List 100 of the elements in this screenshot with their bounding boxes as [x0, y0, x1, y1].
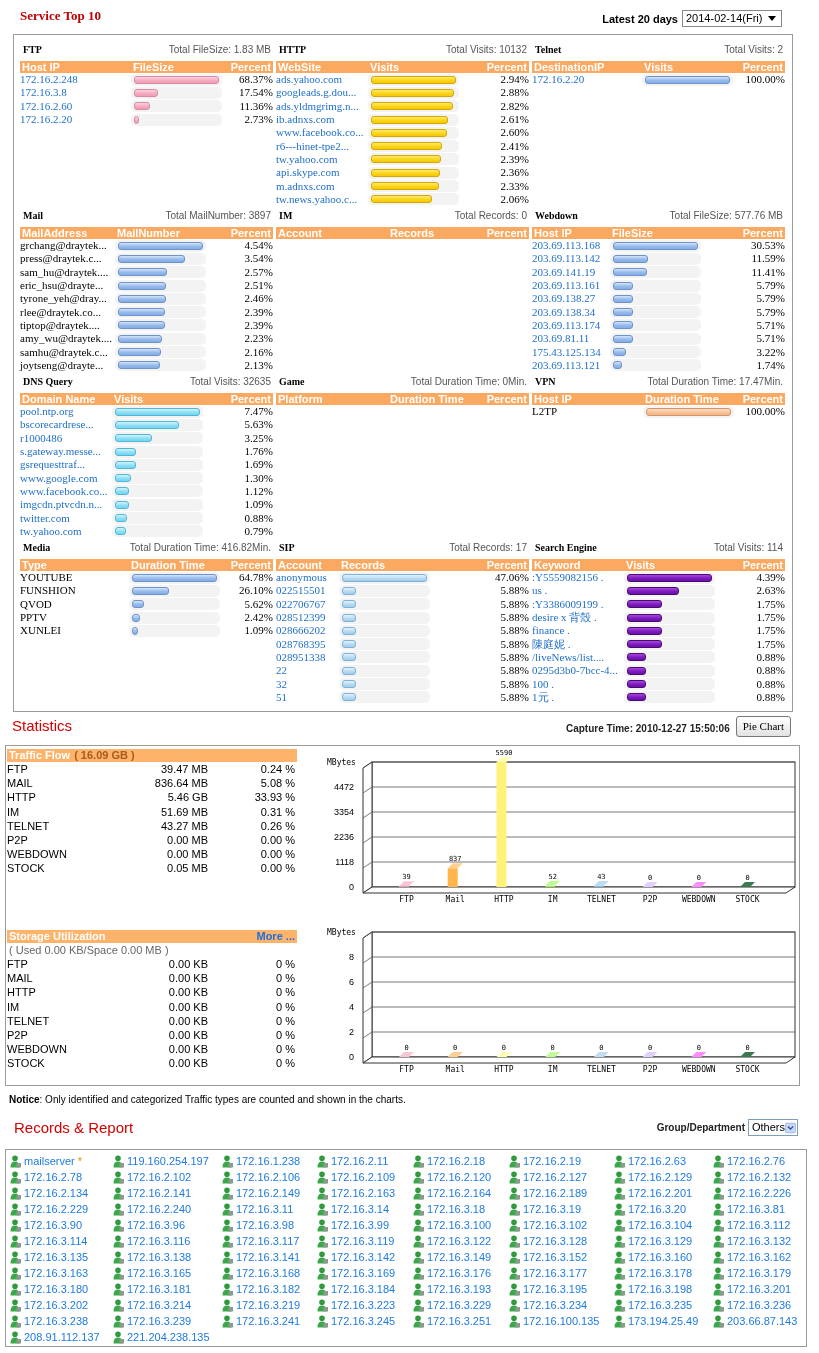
host-link[interactable]: 172.16.3.11 — [222, 1202, 294, 1216]
entry-link[interactable]: :Y3386009199 . — [532, 597, 604, 611]
host-link[interactable]: 172.16.3.201 — [713, 1282, 792, 1296]
entry-link[interactable]: 陳庭妮 . — [532, 637, 571, 651]
host-link[interactable]: 172.16.2.76 — [713, 1154, 786, 1168]
entry-link[interactable]: bscorecardrese... — [20, 418, 94, 432]
entry-link[interactable]: 172.16.2.60 — [20, 99, 73, 113]
entry-link[interactable]: 203.69.113.174 — [532, 318, 601, 332]
host-link[interactable]: 172.16.3.141 — [222, 1250, 301, 1264]
host-link[interactable]: 172.16.3.90 — [10, 1218, 83, 1232]
host-link[interactable]: 172.16.3.135 — [10, 1250, 89, 1264]
entry-link[interactable]: 203.69.138.34 — [532, 305, 596, 319]
host-link[interactable]: 172.16.2.189 — [509, 1186, 588, 1200]
entry-link[interactable]: 203.69.81.11 — [532, 332, 590, 346]
entry-link[interactable]: 32 — [276, 677, 287, 691]
host-link[interactable]: 172.16.2.141 — [113, 1186, 192, 1200]
host-link[interactable]: 172.16.3.132 — [713, 1234, 792, 1248]
entry-link[interactable]: tw.news.yahoo.c... — [276, 192, 358, 206]
entry-link[interactable]: anonymous — [276, 571, 327, 585]
host-link[interactable]: 172.16.3.165 — [113, 1266, 192, 1280]
host-link[interactable]: 221.204.238.135 — [113, 1330, 210, 1344]
entry-link[interactable]: us . — [532, 584, 548, 598]
host-link[interactable]: 172.16.3.160 — [614, 1250, 693, 1264]
host-link[interactable]: 172.16.2.11 — [317, 1154, 389, 1168]
host-link[interactable]: 172.16.2.240 — [113, 1202, 192, 1216]
host-link[interactable]: 172.16.3.99 — [317, 1218, 390, 1232]
date-select[interactable]: 2014-02-14(Fri) — [682, 10, 782, 27]
host-link[interactable]: 172.16.2.226 — [713, 1186, 792, 1200]
entry-link[interactable]: 0295d3b0-7bcc-4... — [532, 664, 618, 678]
entry-link[interactable]: 028768395 — [276, 637, 326, 651]
entry-link[interactable]: 028512399 — [276, 611, 326, 625]
entry-link[interactable]: tw.yahoo.com — [20, 524, 82, 538]
entry-link[interactable]: 203.69.138.27 — [532, 292, 596, 306]
host-link[interactable]: 172.16.3.219 — [222, 1298, 301, 1312]
host-link[interactable]: 172.16.3.116 — [113, 1234, 191, 1248]
host-link[interactable]: 172.16.3.152 — [509, 1250, 588, 1264]
host-link[interactable]: 172.16.3.81 — [713, 1202, 786, 1216]
host-link[interactable]: 119.160.254.197 — [113, 1154, 209, 1168]
entry-link[interactable]: tw.yahoo.com — [276, 152, 338, 166]
host-link[interactable]: 172.16.2.18 — [413, 1154, 486, 1168]
host-link[interactable]: 172.16.3.169 — [317, 1266, 396, 1280]
host-link[interactable]: 172.16.3.184 — [317, 1282, 396, 1296]
host-link[interactable]: 172.16.2.149 — [222, 1186, 301, 1200]
entry-link[interactable]: www.google.com — [20, 471, 98, 485]
host-link[interactable]: 172.16.3.223 — [317, 1298, 396, 1312]
host-link[interactable]: 173.194.25.49 — [614, 1314, 699, 1328]
entry-link[interactable]: 172.16.2.248 — [20, 73, 78, 87]
host-link[interactable]: 172.16.3.18 — [413, 1202, 486, 1216]
host-link[interactable]: 172.16.3.98 — [222, 1218, 295, 1232]
host-link[interactable]: 172.16.2.201 — [614, 1186, 693, 1200]
host-link[interactable]: 172.16.3.117 — [222, 1234, 300, 1248]
host-link[interactable]: 172.16.3.142 — [317, 1250, 396, 1264]
entry-link[interactable]: 51 — [276, 690, 287, 704]
host-link[interactable]: 172.16.2.78 — [10, 1170, 83, 1184]
entry-link[interactable]: imgcdn.ptvcdn.n... — [20, 498, 103, 512]
host-link[interactable]: 172.16.3.122 — [413, 1234, 492, 1248]
entry-link[interactable]: desire x 背殼 . — [532, 611, 597, 625]
entry-link[interactable]: www.facebook.co... — [276, 126, 364, 140]
entry-link[interactable]: api.skype.com — [276, 166, 340, 180]
host-link[interactable]: 172.16.3.234 — [509, 1298, 588, 1312]
entry-link[interactable]: 203.69.141.19 — [532, 265, 596, 279]
host-link[interactable]: 172.16.100.135 — [509, 1314, 600, 1328]
entry-link[interactable]: r1000486 — [20, 431, 63, 445]
host-link[interactable]: 172.16.2.127 — [509, 1170, 588, 1184]
host-link[interactable]: 172.16.3.177 — [509, 1266, 588, 1280]
host-link[interactable]: 172.16.3.119 — [317, 1234, 395, 1248]
host-link[interactable]: 208.91.112.137 — [10, 1330, 100, 1344]
host-link[interactable]: 172.16.3.168 — [222, 1266, 301, 1280]
entry-link[interactable]: ads.yahoo.com — [276, 73, 342, 87]
host-link[interactable]: 172.16.2.163 — [317, 1186, 396, 1200]
host-link[interactable]: 172.16.2.120 — [413, 1170, 492, 1184]
host-link[interactable]: 172.16.2.164 — [413, 1186, 492, 1200]
host-link[interactable]: 172.16.3.193 — [413, 1282, 492, 1296]
host-link[interactable]: 172.16.2.229 — [10, 1202, 89, 1216]
host-link[interactable]: 172.16.3.245 — [317, 1314, 396, 1328]
entry-link[interactable]: 172.16.2.20 — [532, 73, 585, 87]
entry-link[interactable]: 203.69.113.161 — [532, 279, 601, 293]
host-link[interactable]: 172.16.3.20 — [614, 1202, 687, 1216]
host-link[interactable]: 172.16.3.181 — [113, 1282, 192, 1296]
host-link[interactable]: 172.16.3.235 — [614, 1298, 693, 1312]
host-link[interactable]: 172.16.3.104 — [614, 1218, 693, 1232]
entry-link[interactable]: www.facebook.co... — [20, 484, 108, 498]
pie-chart-button[interactable]: Pie Chart — [735, 716, 791, 737]
entry-link[interactable]: gsrequesttraf... — [20, 458, 86, 472]
host-link[interactable]: 172.16.3.236 — [713, 1298, 792, 1312]
host-link[interactable]: 172.16.3.102 — [509, 1218, 588, 1232]
host-link[interactable]: 172.16.3.251 — [413, 1314, 492, 1328]
host-link[interactable]: 172.16.1.238 — [222, 1154, 301, 1168]
host-link[interactable]: mailserver * — [10, 1154, 82, 1168]
entry-link[interactable]: 172.16.2.20 — [20, 113, 73, 127]
entry-link[interactable]: :Y5559082156 . — [532, 571, 604, 585]
entry-link[interactable]: 203.69.113.142 — [532, 252, 601, 266]
host-link[interactable]: 172.16.3.112 — [713, 1218, 791, 1232]
entry-link[interactable]: twitter.com — [20, 511, 70, 525]
host-link[interactable]: 172.16.3.202 — [10, 1298, 89, 1312]
host-link[interactable]: 172.16.3.149 — [413, 1250, 492, 1264]
entry-link[interactable]: ib.adnxs.com — [276, 113, 335, 127]
host-link[interactable]: 172.16.2.109 — [317, 1170, 396, 1184]
entry-link[interactable]: finance . — [532, 624, 570, 638]
entry-link[interactable]: googleads.g.dou... — [276, 86, 357, 100]
